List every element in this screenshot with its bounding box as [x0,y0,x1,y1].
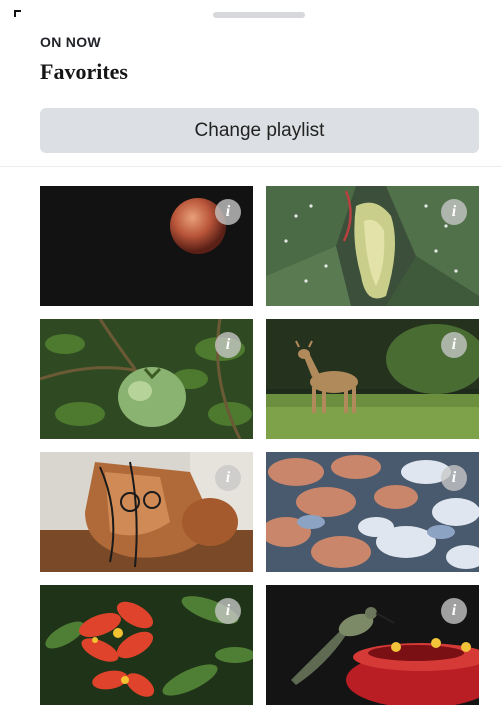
photo-tile-begonia[interactable]: i [266,186,479,306]
section-label: ON NOW [40,34,101,50]
playlist-title: Favorites [40,59,128,84]
photo-tile-crabs[interactable]: i [266,452,479,572]
photo-tile-moon[interactable]: i [40,186,253,306]
corner-mark [14,10,21,17]
info-icon[interactable]: i [441,465,467,491]
info-icon[interactable]: i [215,199,241,225]
info-icon[interactable]: i [215,598,241,624]
photo-tile-tomato[interactable]: i [40,319,253,439]
change-playlist-button[interactable]: Change playlist [40,108,479,153]
info-icon[interactable]: i [441,598,467,624]
photo-tile-deer[interactable]: i [266,319,479,439]
photo-tile-kettle[interactable]: i [40,452,253,572]
info-icon[interactable]: i [441,332,467,358]
photo-tile-hummingbird[interactable]: i [266,585,479,705]
photo-tile-flowers[interactable]: i [40,585,253,705]
info-icon[interactable]: i [215,465,241,491]
info-icon[interactable]: i [441,199,467,225]
sheet-drag-handle[interactable] [213,12,305,18]
divider [0,166,502,167]
info-icon[interactable]: i [215,332,241,358]
